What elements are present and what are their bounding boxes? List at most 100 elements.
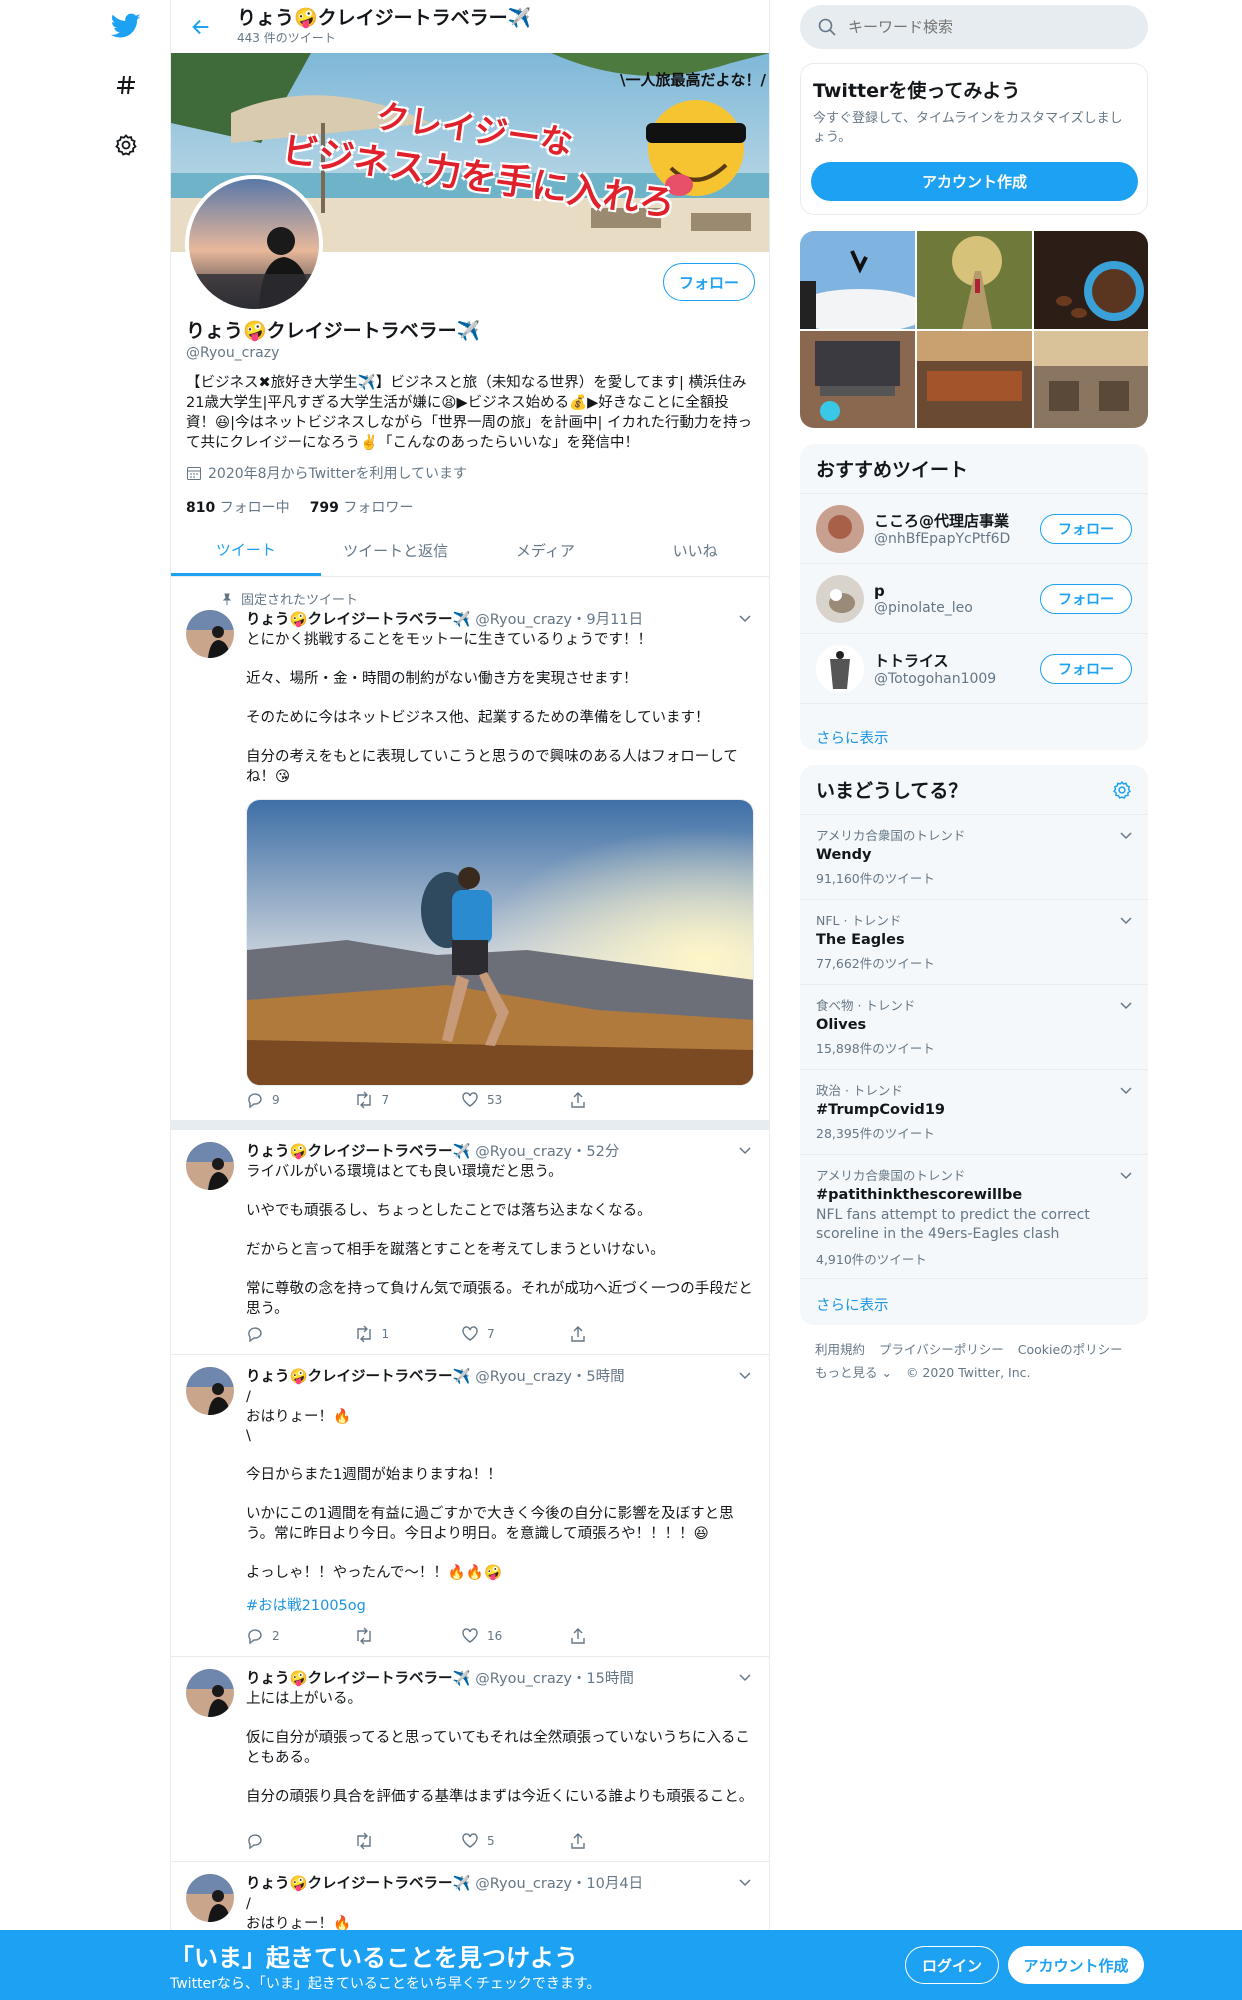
tweet-avatar[interactable]: [186, 1142, 234, 1190]
rec-user-name: p: [874, 581, 885, 600]
recommended-user[interactable]: こころ@代理店事業 @nhBfEpapYcPtf6D フォロー: [800, 494, 1148, 564]
privacy-link[interactable]: プライバシーポリシー: [879, 1342, 1004, 1357]
tab-media[interactable]: メディア: [471, 525, 621, 576]
trend-item[interactable]: NFL · トレンド The Eagles 77,662件のツイート: [800, 900, 1148, 985]
create-account-button[interactable]: アカウント作成: [811, 162, 1138, 201]
like-button[interactable]: 53: [461, 1091, 569, 1109]
trend-count: 4,910件のツイート: [816, 1252, 927, 1267]
tweet-item[interactable]: りょう🤪クレイジートラベラー✈️ @Ryou_crazy・5時間 / おはりょー…: [171, 1355, 769, 1657]
terms-link[interactable]: 利用規約: [815, 1342, 865, 1357]
search-input[interactable]: [848, 18, 1128, 36]
trend-count: 15,898件のツイート: [816, 1041, 935, 1056]
reply-button[interactable]: 9: [246, 1091, 354, 1109]
avatar[interactable]: [816, 644, 864, 693]
tab-tweets-replies[interactable]: ツイートと返信: [321, 525, 471, 576]
header-tweet-count: 443 件のツイート: [237, 31, 336, 45]
more-link[interactable]: もっと見る ⌄: [815, 1365, 892, 1380]
recommended-user[interactable]: p @pinolate_leo フォロー: [800, 564, 1148, 634]
followers-stat[interactable]: 799 フォロワー: [310, 497, 414, 517]
trend-category: NFL · トレンド: [816, 913, 902, 928]
tweet-avatar[interactable]: [186, 1367, 234, 1415]
retweet-button[interactable]: [354, 1832, 462, 1850]
chevron-down-icon[interactable]: [1118, 912, 1134, 928]
settings-gear-icon[interactable]: [1112, 780, 1132, 800]
profile-name: りょう🤪クレイジートラベラー✈️: [186, 320, 481, 342]
retweet-icon: [356, 1627, 371, 1645]
retweet-button[interactable]: 7: [354, 1091, 462, 1109]
recommended-user[interactable]: トトライス @Totogohan1009 フォロー: [800, 634, 1148, 704]
rec-user-handle: @nhBfEpapYcPtf6D: [874, 531, 1011, 547]
reply-button[interactable]: [246, 1325, 354, 1343]
following-stat[interactable]: 810 フォロー中: [186, 497, 290, 517]
back-arrow-icon[interactable]: [185, 11, 217, 43]
follow-button[interactable]: フォロー: [1040, 513, 1132, 544]
left-nav: [0, 0, 170, 2000]
tweet-avatar[interactable]: [186, 610, 234, 658]
trend-count: 77,662件のツイート: [816, 956, 935, 971]
retweet-icon: [356, 1832, 371, 1850]
hashtag-icon[interactable]: [106, 65, 146, 105]
share-button[interactable]: [569, 1091, 677, 1109]
show-more-link[interactable]: さらに表示: [800, 704, 1148, 770]
cookie-link[interactable]: Cookieのポリシー: [1018, 1342, 1123, 1357]
rec-user-handle: @pinolate_leo: [874, 599, 973, 616]
gallery-photo[interactable]: [917, 231, 1032, 329]
follow-button[interactable]: フォロー: [663, 263, 755, 301]
gallery-photo[interactable]: [800, 331, 915, 428]
tab-tweets[interactable]: ツイート: [171, 525, 321, 576]
trend-item[interactable]: アメリカ合衆国のトレンド #patithinkthescorewillbe NF…: [800, 1155, 1148, 1279]
retweet-button[interactable]: [354, 1627, 462, 1645]
share-button[interactable]: [569, 1627, 677, 1645]
reply-button[interactable]: 2: [246, 1627, 354, 1645]
trend-name: #TrumpCovid19: [816, 1102, 945, 1118]
chevron-down-icon[interactable]: [1118, 827, 1134, 843]
share-button[interactable]: [569, 1832, 677, 1850]
login-button[interactable]: ログイン: [905, 1946, 999, 1984]
bottom-bar-subtitle: Twitterなら、「いま」起きていることをいち早くチェックできます。: [170, 1976, 601, 1992]
chevron-down-icon[interactable]: [1118, 1082, 1134, 1098]
retweet-button[interactable]: 1: [354, 1325, 462, 1343]
trend-name: Olives: [816, 1017, 867, 1033]
tab-likes[interactable]: いいね: [620, 525, 769, 576]
avatar[interactable]: [816, 574, 864, 623]
trends-title: いまどうしてる？: [800, 765, 1148, 815]
gallery-photo[interactable]: [800, 231, 930, 333]
tweet-avatar[interactable]: [186, 1874, 234, 1922]
trend-item[interactable]: アメリカ合衆国のトレンド Wendy 91,160件のツイート: [800, 815, 1148, 900]
signup-button[interactable]: アカウント作成: [1008, 1946, 1144, 1984]
trend-item[interactable]: 政治 · トレンド #TrumpCovid19 28,395件のツイート: [800, 1070, 1148, 1155]
tweet-image[interactable]: [246, 799, 754, 1086]
avatar[interactable]: [816, 504, 864, 553]
show-more-link[interactable]: さらに表示: [800, 1279, 1148, 1329]
header-name: りょう🤪クレイジートラベラー✈️: [237, 7, 532, 29]
profile-avatar[interactable]: [185, 175, 323, 313]
trend-item[interactable]: 食べ物 · トレンド Olives 15,898件のツイート: [800, 985, 1148, 1070]
tweet-actions: 1 7: [246, 1325, 676, 1343]
gallery-photo[interactable]: [1034, 231, 1148, 329]
twitter-logo-icon[interactable]: [106, 6, 146, 46]
follow-button[interactable]: フォロー: [1040, 583, 1132, 614]
tweet-header: りょう🤪クレイジートラベラー✈️ @Ryou_crazy・5時間: [246, 1369, 625, 1385]
tweet-header: りょう🤪クレイジートラベラー✈️ @Ryou_crazy・10月4日: [246, 1876, 644, 1892]
settings-gear-icon[interactable]: [106, 125, 146, 165]
tweet-avatar[interactable]: [186, 1669, 234, 1717]
like-button[interactable]: 16: [461, 1627, 569, 1645]
tweet-hashtag-link[interactable]: #おは戦21005og: [246, 1597, 756, 1617]
gallery-photo[interactable]: [917, 331, 1032, 428]
heart-icon: [462, 1628, 478, 1643]
tweet-item[interactable]: りょう🤪クレイジートラベラー✈️ @Ryou_crazy・15時間 上には上がい…: [171, 1657, 769, 1862]
reply-icon: [248, 1093, 262, 1109]
reply-icon: [248, 1327, 262, 1343]
like-button[interactable]: 5: [461, 1832, 569, 1850]
gallery-photo[interactable]: [1034, 331, 1148, 428]
share-button[interactable]: [569, 1325, 677, 1343]
chevron-down-icon[interactable]: [1118, 997, 1134, 1013]
reply-button[interactable]: [246, 1832, 354, 1850]
chevron-down-icon[interactable]: [1118, 1167, 1134, 1183]
like-button[interactable]: 7: [461, 1325, 569, 1343]
search-bar[interactable]: [800, 5, 1148, 49]
tweet-item[interactable]: 固定されたツイート りょう🤪クレイジートラベラー✈️ @Ryou_crazy・9…: [171, 578, 769, 1120]
tweet-item[interactable]: りょう🤪クレイジートラベラー✈️ @Ryou_crazy・52分 ライバルがいる…: [171, 1130, 769, 1355]
follow-button[interactable]: フォロー: [1040, 653, 1132, 684]
tweet-header: りょう🤪クレイジートラベラー✈️ @Ryou_crazy・15時間: [246, 1671, 634, 1687]
